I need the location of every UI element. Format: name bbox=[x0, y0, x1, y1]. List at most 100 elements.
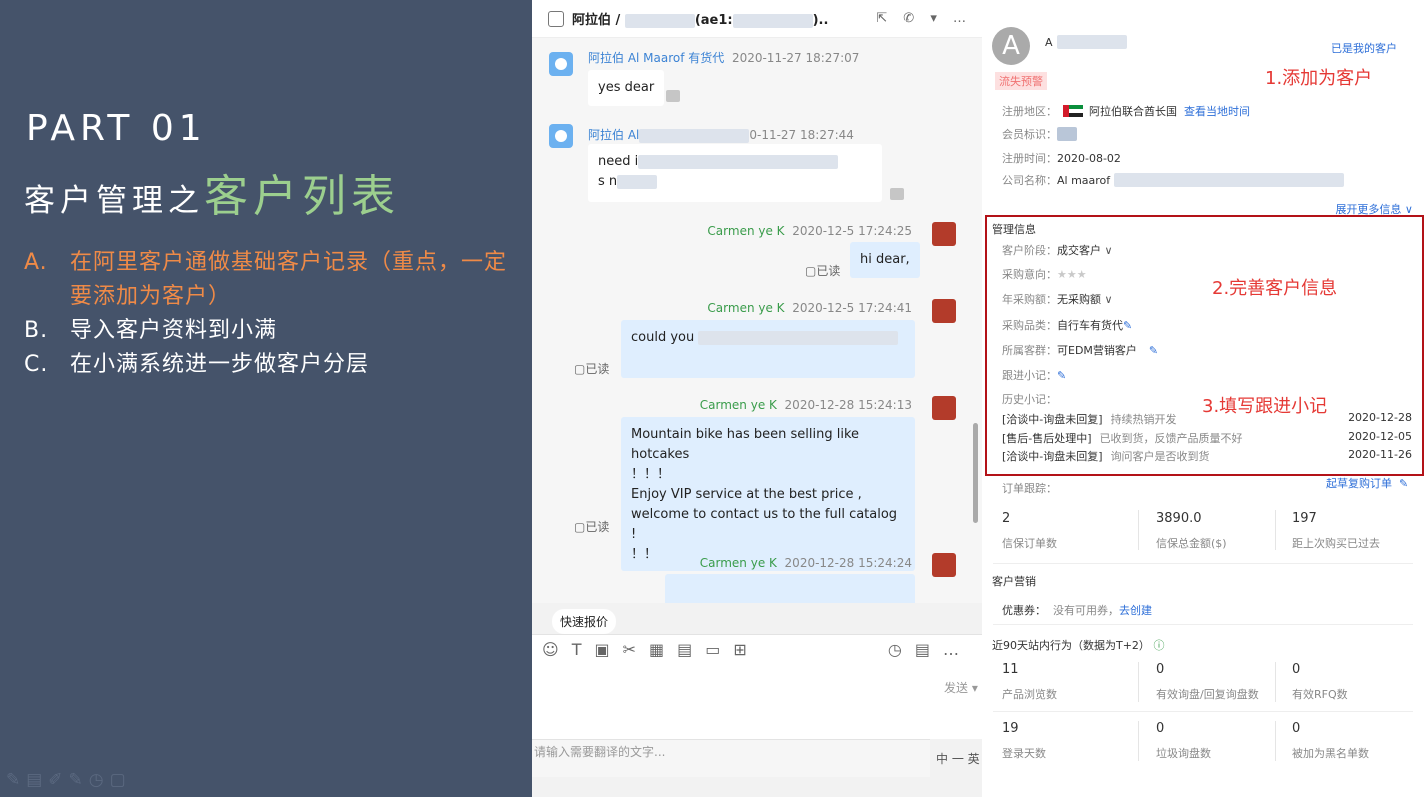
stage-row[interactable]: 客户阶段： 成交客户 ∨ bbox=[1002, 242, 1113, 258]
more-icon[interactable] bbox=[666, 90, 680, 102]
blurred-text bbox=[639, 128, 750, 143]
divider bbox=[1275, 662, 1276, 702]
more-icon[interactable] bbox=[890, 188, 904, 200]
stat-label: 有效询盘/回复询盘数 bbox=[1156, 688, 1259, 701]
translate-input[interactable]: 请输入需要翻译的文字... bbox=[532, 739, 930, 777]
blurred-text bbox=[698, 330, 899, 345]
coupon-row: 优惠券： 没有可用券， 去创建 bbox=[1002, 602, 1152, 618]
text-format-icon[interactable]: T bbox=[572, 640, 582, 659]
field-value: 可EDM营销客户 bbox=[1057, 344, 1137, 357]
apps-icon[interactable]: ⊞ bbox=[733, 640, 746, 659]
help-icon[interactable]: ⓘ bbox=[1153, 639, 1164, 652]
region-row: 注册地区： 阿拉伯联合酋长国 查看当地时间 bbox=[1002, 103, 1250, 119]
sender-name: Carmen ye K bbox=[707, 301, 785, 315]
local-time-link[interactable]: 查看当地时间 bbox=[1184, 103, 1250, 119]
decorative-icons: ✎▤✐✎◷▢ bbox=[6, 770, 132, 790]
read-status: ▢已读 bbox=[574, 520, 610, 534]
member-row: 会员标识： bbox=[1002, 126, 1077, 142]
message-bubble: hi dear, bbox=[850, 242, 920, 278]
chat-title-part: (ae1: bbox=[694, 13, 733, 28]
emoji-icon[interactable]: ☺ bbox=[542, 640, 559, 659]
slide-title: 客户管理之客户列表 bbox=[24, 160, 400, 224]
divider bbox=[1138, 510, 1139, 550]
edit-icon[interactable]: ✎ bbox=[1123, 319, 1132, 332]
draft-reorder-link[interactable]: 起草复购订单 ✎ bbox=[1326, 475, 1408, 491]
history-icon[interactable]: ◷ bbox=[888, 640, 902, 659]
stat-value: 19 bbox=[1002, 721, 1019, 736]
create-coupon-link[interactable]: 去创建 bbox=[1119, 602, 1152, 618]
annotation-add-customer: 1.添加为客户 bbox=[1265, 68, 1373, 89]
message-input[interactable] bbox=[532, 664, 982, 739]
chat-scrollbar[interactable] bbox=[973, 423, 978, 523]
history-desc: 询问客户是否收到货 bbox=[1110, 450, 1210, 463]
history-tag: [洽谈中-询盘未回复] bbox=[1002, 413, 1103, 426]
edit-icon[interactable]: ✎ bbox=[1057, 369, 1066, 382]
uae-flag-icon bbox=[1063, 105, 1083, 117]
sender-name: Carmen ye K bbox=[707, 224, 785, 238]
stat-label: 信保订单数 bbox=[1002, 537, 1057, 550]
message-line: could you bbox=[631, 330, 695, 345]
chat-title: 阿拉伯 / (ae1:).. bbox=[572, 9, 828, 28]
message-line: need i bbox=[598, 154, 639, 169]
message-bubble: could you bbox=[621, 320, 915, 378]
more-icon[interactable]: … bbox=[943, 640, 959, 659]
sender-name: Carmen ye K bbox=[699, 398, 777, 412]
stat-value: 11 bbox=[1002, 662, 1019, 677]
sender-name: 阿拉伯 Al Maarof 有货代 bbox=[588, 51, 725, 65]
record-icon[interactable]: ▤ bbox=[915, 640, 930, 659]
blurred-text bbox=[1056, 35, 1127, 49]
owner-status[interactable]: 已是我的客户 bbox=[1331, 40, 1397, 56]
header-actions[interactable]: ⇱ ✆ ▾ … bbox=[876, 11, 972, 26]
field-label: 会员标识： bbox=[1002, 128, 1057, 141]
stat-label: 信保总金额($) bbox=[1156, 537, 1227, 550]
blurred-text bbox=[617, 174, 658, 189]
company-row: 公司名称： Al maarof bbox=[1002, 172, 1345, 188]
scissors-icon[interactable]: ✂ bbox=[623, 640, 636, 659]
divider bbox=[993, 624, 1413, 625]
message-meta: Carmen ye K 2020-12-28 15:24:24 bbox=[700, 556, 912, 570]
field-label: 跟进小记： bbox=[1002, 369, 1057, 382]
language-toggle[interactable]: 中 一 英 bbox=[936, 750, 980, 767]
bullet-list: A. 在阿里客户通做基础客户记录（重点，一定要添加为客户） B. 导入客户资料到小满… bbox=[24, 246, 514, 382]
chat-title-part: 阿拉伯 / bbox=[572, 13, 621, 28]
stat-value: 2 bbox=[1002, 511, 1011, 526]
intent-row[interactable]: 采购意向： ★★★ bbox=[1002, 266, 1087, 282]
buyer-avatar bbox=[549, 124, 573, 148]
chevron-down-icon: ∨ bbox=[1101, 292, 1113, 306]
field-value: 无采购额 bbox=[1057, 293, 1101, 306]
folder-icon[interactable]: ▭ bbox=[705, 640, 720, 659]
star-rating[interactable]: ★★★ bbox=[1057, 268, 1087, 281]
field-label: 历史小记： bbox=[1002, 393, 1057, 406]
blurred-text bbox=[1114, 173, 1345, 187]
image-message[interactable] bbox=[665, 574, 915, 603]
quick-quote-button[interactable]: 快速报价 bbox=[552, 609, 617, 634]
edit-icon[interactable]: ✎ bbox=[1149, 344, 1158, 357]
bullet-item: B. 导入客户资料到小满 bbox=[24, 314, 514, 348]
bullet-item: A. 在阿里客户通做基础客户记录（重点，一定要添加为客户） bbox=[24, 246, 514, 314]
send-label: 发送 bbox=[944, 681, 969, 695]
customer-name: A bbox=[1045, 35, 1127, 49]
bullet-text: 在阿里客户通做基础客户记录（重点，一定要添加为客户） bbox=[70, 250, 508, 309]
image-icon[interactable]: ▣ bbox=[594, 640, 609, 659]
chat-header: 阿拉伯 / (ae1:).. ⇱ ✆ ▾ … bbox=[532, 0, 982, 38]
message-list[interactable]: 阿拉伯 Al Maarof 有货代 2020-11-27 18:27:07 ye… bbox=[532, 38, 982, 603]
seller-avatar bbox=[932, 222, 956, 246]
calendar-icon[interactable]: ▦ bbox=[649, 640, 664, 659]
behavior-title: 近90天站内行为（数据为T+2） ⓘ bbox=[992, 637, 1164, 653]
stat-label: 产品浏览数 bbox=[1002, 688, 1057, 701]
document-icon[interactable]: ▤ bbox=[677, 640, 692, 659]
message-line: welcome to contact us to the full catalo… bbox=[631, 507, 898, 542]
marketing-title: 客户营销 bbox=[992, 575, 1036, 588]
order-tracking-label: 订单跟踪： bbox=[1002, 480, 1057, 496]
message-time: 2020-12-28 15:24:13 bbox=[784, 398, 912, 412]
bullet-item: C. 在小满系统进一步做客户分层 bbox=[24, 348, 514, 382]
field-label: 采购意向： bbox=[1002, 268, 1057, 281]
annual-row[interactable]: 年采购额： 无采购额 ∨ bbox=[1002, 291, 1113, 307]
category-row: 采购品类： 自行车有货代 ✎ bbox=[1002, 317, 1132, 333]
send-button[interactable]: 发送 ▾ bbox=[944, 679, 978, 696]
bullet-key: B. bbox=[24, 318, 49, 343]
bullet-text: 导入客户资料到小满 bbox=[70, 318, 278, 343]
message-meta: Carmen ye K 2020-12-5 17:24:41 bbox=[707, 301, 912, 315]
bullet-text: 在小满系统进一步做客户分层 bbox=[70, 352, 370, 377]
field-value: Al maarof bbox=[1057, 173, 1111, 187]
